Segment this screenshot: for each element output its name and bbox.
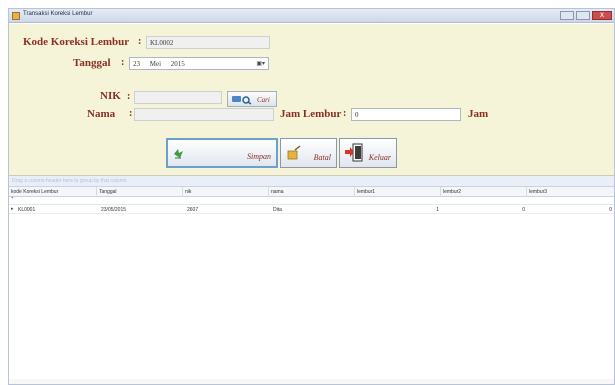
col-header-tanggal[interactable]: Tanggal xyxy=(97,187,183,197)
cell-lembur2: 0 xyxy=(522,207,525,213)
grid-column-headers: kode Koreksi Lembur Tanggal nik nama lem… xyxy=(9,187,614,197)
cell-lembur3: 0 xyxy=(609,207,612,213)
cari-button[interactable]: Cari xyxy=(227,91,277,107)
cell-nik: 2607 xyxy=(187,207,199,213)
exit-icon xyxy=(344,142,366,169)
jam-lembur-label: Jam Lembur xyxy=(280,108,342,120)
cell-tanggal: 23/05/2015 xyxy=(101,207,127,213)
cell-kode: KL0001 xyxy=(18,207,36,213)
col-header-lembur3[interactable]: lembur3 xyxy=(527,187,614,197)
nama-label: Nama xyxy=(87,108,116,120)
group-hint: Drag a column header here to group by th… xyxy=(12,178,127,184)
col-header-nik[interactable]: nik xyxy=(183,187,269,197)
col-header-kode[interactable]: kode Koreksi Lembur xyxy=(9,187,97,197)
simpan-label: Simpan xyxy=(247,152,271,161)
grid-footer: ... xyxy=(9,379,614,385)
tanggal-colon: : xyxy=(121,57,125,68)
nama-field[interactable] xyxy=(134,108,274,121)
kode-colon: : xyxy=(138,36,142,47)
tanggal-month: Mei xyxy=(149,60,162,68)
table-row[interactable]: ▸ KL0001 23/05/2015 2607 Dita 1 0 0 xyxy=(9,205,614,214)
jam-lembur-colon: : xyxy=(343,108,347,119)
group-by-panel[interactable]: Drag a column header here to group by th… xyxy=(9,176,614,187)
batal-label: Batal xyxy=(313,153,331,162)
batal-button[interactable]: Batal xyxy=(280,138,337,168)
jam-unit-label: Jam xyxy=(468,108,489,120)
minimize-button[interactable] xyxy=(560,11,574,20)
tanggal-date-picker[interactable]: 23 Mei 2015 ▣▾ xyxy=(129,57,269,70)
tanggal-year: 2015 xyxy=(170,60,185,68)
simpan-button[interactable]: Simpan xyxy=(166,138,278,168)
row-indicator-icon: ▸ xyxy=(11,207,14,212)
search-icon xyxy=(232,95,252,107)
jam-lembur-field[interactable]: 0 xyxy=(351,108,461,121)
close-button[interactable] xyxy=(592,10,612,20)
cell-lembur1: 1 xyxy=(436,207,439,213)
new-row-marker-icon: * xyxy=(11,197,14,202)
app-window: Transaksi Koreksi Lembur Kode Koreksi Le… xyxy=(8,8,615,385)
kode-field[interactable]: KL0002 xyxy=(146,36,270,49)
calendar-dropdown-icon[interactable]: ▣▾ xyxy=(256,60,265,67)
nik-colon: : xyxy=(127,91,131,102)
grid-body[interactable] xyxy=(9,214,614,384)
title-bar: Transaksi Koreksi Lembur xyxy=(9,9,614,23)
keluar-label: Keluar xyxy=(368,153,391,162)
col-header-lembur2[interactable]: lembur2 xyxy=(441,187,527,197)
footer-note: ... xyxy=(13,380,17,385)
tanggal-day: 23 xyxy=(133,60,140,68)
col-header-nama[interactable]: nama xyxy=(269,187,355,197)
tanggal-label: Tanggal xyxy=(73,57,111,69)
cari-label: Cari xyxy=(257,96,270,104)
window-controls xyxy=(560,10,612,20)
keluar-button[interactable]: Keluar xyxy=(339,138,397,168)
nik-label: NIK xyxy=(100,90,121,102)
nama-colon: : xyxy=(129,108,133,119)
app-icon xyxy=(12,12,20,20)
form-panel: Kode Koreksi Lembur : KL0002 Tanggal : 2… xyxy=(9,24,614,176)
grid-filter-row[interactable]: * xyxy=(9,197,614,205)
maximize-button[interactable] xyxy=(576,11,590,20)
save-icon xyxy=(172,146,186,165)
nik-field[interactable] xyxy=(134,91,222,104)
kode-label: Kode Koreksi Lembur xyxy=(23,36,130,48)
col-header-lembur1[interactable]: lembur1 xyxy=(355,187,441,197)
window-title: Transaksi Koreksi Lembur xyxy=(23,11,93,17)
cell-nama: Dita xyxy=(273,207,282,213)
cancel-icon xyxy=(285,145,303,166)
